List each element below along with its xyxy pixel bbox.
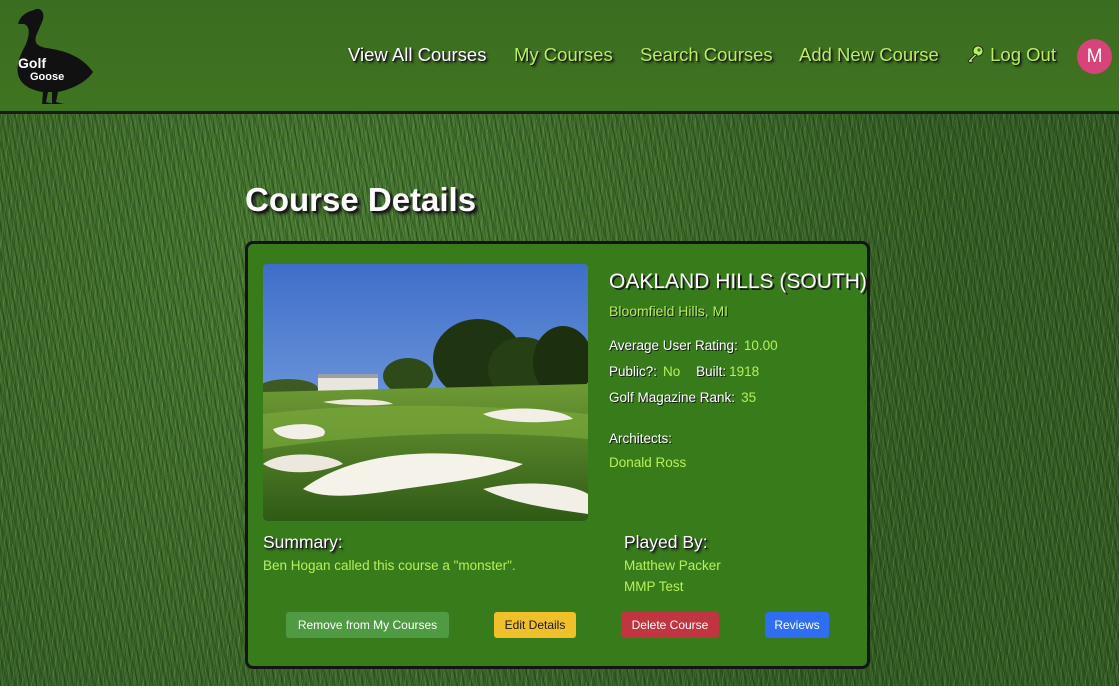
golf-course-image (263, 264, 588, 521)
built-value: 1918 (729, 364, 760, 379)
key-icon (967, 45, 984, 64)
top-navbar: Golf Goose View All Courses My Courses S… (0, 0, 1119, 114)
nav-log-out[interactable]: Log Out (965, 44, 1056, 66)
course-details-card: OAKLAND HILLS (SOUTH) Bloomfield Hills, … (245, 241, 870, 669)
played-by-user[interactable]: MMP Test (624, 579, 684, 594)
logo-text-goose: Goose (30, 71, 64, 83)
edit-details-button[interactable]: Edit Details (494, 612, 576, 638)
log-out-label: Log Out (990, 44, 1056, 65)
nav-view-all-courses[interactable]: View All Courses (348, 44, 486, 66)
course-location[interactable]: Bloomfield Hills, MI (609, 303, 728, 319)
rank-row: Golf Magazine Rank: 35 (609, 390, 756, 405)
played-by-user[interactable]: Matthew Packer (624, 558, 721, 573)
public-label: Public?: (609, 364, 658, 379)
course-name: OAKLAND HILLS (SOUTH) (609, 270, 867, 293)
avg-rating-row: Average User Rating: 10.00 (609, 338, 778, 353)
rank-value: 35 (741, 390, 757, 405)
remove-from-my-courses-button[interactable]: Remove from My Courses (286, 612, 449, 638)
built-label: Built: (696, 364, 727, 379)
course-photo (263, 264, 588, 521)
logo-text-golf: Golf (18, 55, 46, 71)
public-built-row: Public?: No Built: 1918 (609, 364, 759, 379)
page-title: Course Details (245, 181, 477, 218)
avg-rating-value: 10.00 (743, 338, 778, 353)
summary-text: Ben Hogan called this course a "monster"… (263, 558, 516, 573)
public-value: No (663, 364, 681, 379)
architects-label: Architects: (609, 431, 673, 446)
nav-search-courses[interactable]: Search Courses (640, 44, 773, 66)
delete-course-button[interactable]: Delete Course (621, 612, 719, 638)
user-avatar[interactable]: M (1077, 39, 1112, 74)
avg-rating-label: Average User Rating: (609, 338, 738, 353)
summary-heading: Summary: (263, 532, 343, 552)
reviews-button[interactable]: Reviews (765, 612, 829, 638)
rank-label: Golf Magazine Rank: (609, 390, 736, 405)
nav-add-new-course[interactable]: Add New Course (799, 44, 939, 66)
played-by-heading: Played By: (624, 532, 708, 552)
architect-link[interactable]: Donald Ross (609, 455, 686, 470)
nav-my-courses[interactable]: My Courses (514, 44, 613, 66)
golf-goose-logo[interactable]: Golf Goose (8, 4, 98, 108)
